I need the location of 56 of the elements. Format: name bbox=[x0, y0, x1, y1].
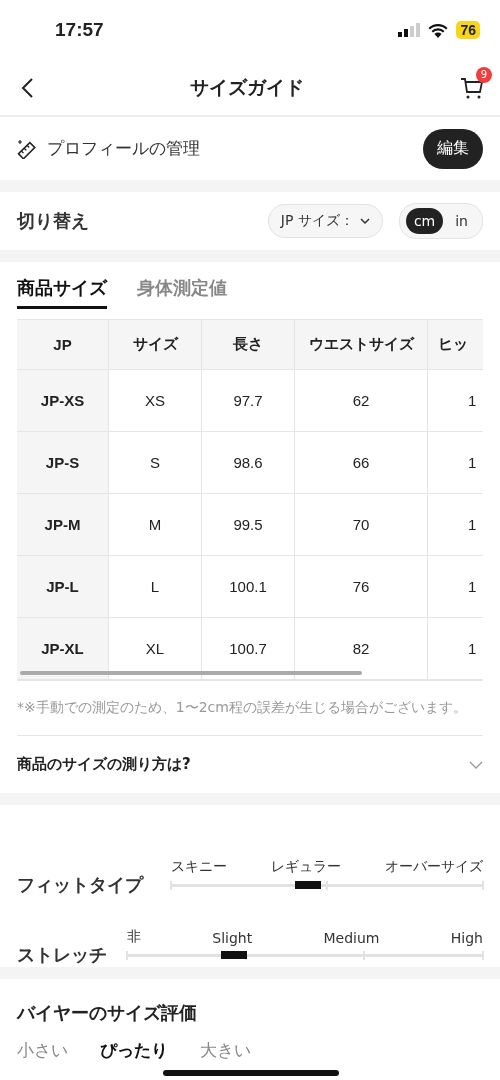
scale-option: レギュラー bbox=[271, 858, 341, 876]
unit-option[interactable]: in bbox=[447, 208, 476, 234]
measurement-note: *※手動での測定のため、1〜2cm程の誤差が生じる場合がございます。 bbox=[17, 698, 468, 717]
scale-option: オーバーサイズ bbox=[385, 858, 483, 876]
table-cell: 99.5 bbox=[202, 494, 295, 556]
scale-label: フィットタイプ bbox=[17, 873, 143, 897]
cart-badge: 9 bbox=[476, 66, 492, 83]
scale-label: ストレッチ bbox=[17, 943, 107, 967]
table-cell: JP-XS bbox=[17, 370, 109, 432]
column-header: ヒッ bbox=[428, 320, 483, 370]
back-button[interactable] bbox=[20, 76, 34, 99]
edit-button[interactable]: 編集 bbox=[423, 128, 483, 169]
size-system-dropdown[interactable]: JP サイズ： bbox=[267, 204, 383, 238]
chevron-down-icon bbox=[359, 217, 370, 225]
rating-option: 小さい bbox=[17, 1039, 68, 1062]
rating-option: 大きい bbox=[200, 1039, 251, 1062]
wifi-icon bbox=[428, 22, 449, 38]
ruler-icon bbox=[17, 138, 37, 159]
scale-option: 非 bbox=[127, 928, 141, 946]
column-header: サイズ bbox=[109, 320, 202, 370]
table-cell: 62 bbox=[295, 370, 428, 432]
table-cell: JP-XL bbox=[17, 618, 109, 680]
table-cell: XS bbox=[109, 370, 202, 432]
table-cell: 70 bbox=[295, 494, 428, 556]
table-cell: 98.6 bbox=[202, 432, 295, 494]
table-cell: 100.1 bbox=[202, 556, 295, 618]
table-cell: 97.7 bbox=[202, 370, 295, 432]
unit-option[interactable]: cm bbox=[405, 208, 444, 234]
switch-label: 切り替え bbox=[17, 209, 89, 233]
tab[interactable]: 商品サイズ bbox=[17, 276, 107, 309]
scale-option: スキニー bbox=[171, 858, 227, 876]
buyer-rating-title: バイヤーのサイズ評価 bbox=[15, 1001, 198, 1025]
table-cell: XL bbox=[109, 618, 202, 680]
battery-level: 76 bbox=[456, 21, 480, 39]
profile-label: プロフィールの管理 bbox=[47, 137, 200, 160]
table-cell: JP-M bbox=[17, 494, 109, 556]
table-cell: JP-L bbox=[17, 556, 109, 618]
table-cell: L bbox=[109, 556, 202, 618]
table-cell: 66 bbox=[295, 432, 428, 494]
page-title: サイズガイド bbox=[190, 74, 304, 100]
scale-option: Medium bbox=[323, 930, 380, 946]
column-header: 長さ bbox=[202, 320, 295, 370]
table-cell: JP-S bbox=[17, 432, 109, 494]
scale-option: High bbox=[450, 930, 483, 946]
scale-option: Slight bbox=[212, 930, 253, 946]
status-time: 17:57 bbox=[55, 19, 104, 41]
column-header: ウエストサイズ bbox=[295, 320, 428, 370]
tab[interactable]: 身体測定値 bbox=[137, 276, 227, 309]
table-cell: 76 bbox=[295, 556, 428, 618]
table-cell: 100.7 bbox=[202, 618, 295, 680]
table-cell: S bbox=[109, 432, 202, 494]
rating-option: ぴったり bbox=[100, 1039, 168, 1062]
table-cell: M bbox=[109, 494, 202, 556]
column-header: JP bbox=[17, 320, 109, 370]
table-cell: 82 bbox=[295, 618, 428, 680]
signal-icon bbox=[398, 23, 421, 37]
